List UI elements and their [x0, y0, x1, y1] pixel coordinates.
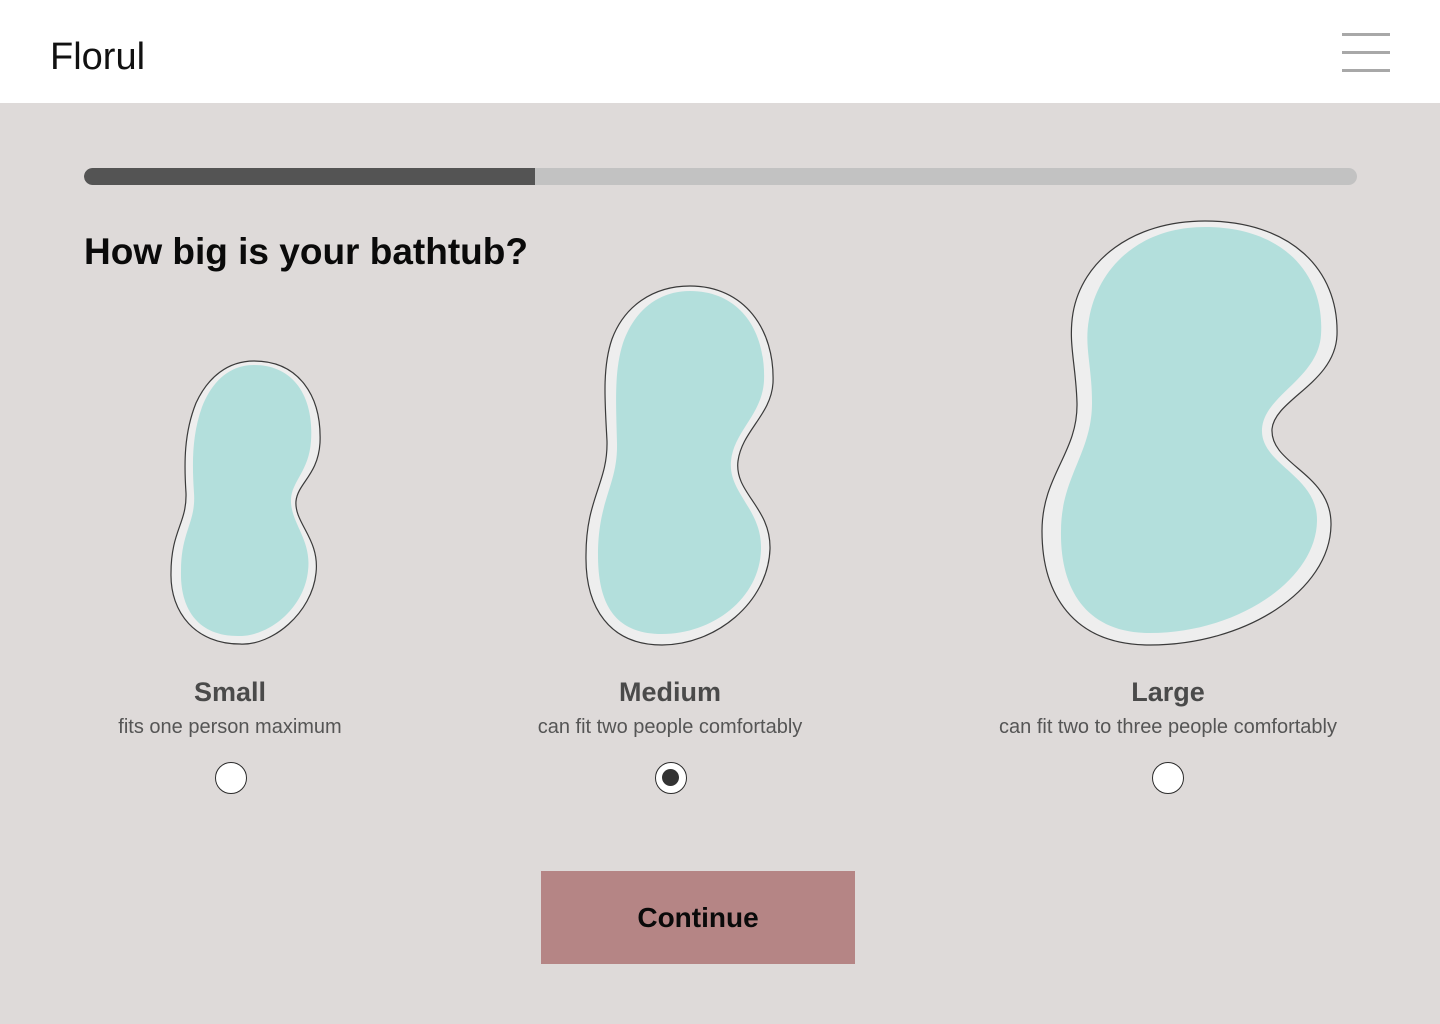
- radio-large[interactable]: [1152, 762, 1184, 794]
- questionnaire-panel: How big is your bathtub? Small fits one …: [0, 103, 1440, 1024]
- option-small-title: Small: [193, 677, 267, 707]
- option-large-description: can fit two to three people comfortably: [999, 716, 1337, 738]
- option-medium-description: can fit two people comfortably: [537, 716, 803, 738]
- option-small-description: fits one person maximum: [118, 716, 342, 738]
- brand-logo[interactable]: Florul: [50, 34, 145, 80]
- radio-medium[interactable]: [655, 762, 687, 794]
- menu-line: [1342, 69, 1390, 72]
- option-medium-title: Medium: [618, 677, 721, 707]
- option-small: Small fits one person maximum: [80, 676, 380, 739]
- radio-small[interactable]: [215, 762, 247, 794]
- large-bathtub-icon[interactable]: [1041, 220, 1338, 646]
- top-bar: Florul: [0, 0, 1440, 103]
- large-tub-water: [1060, 227, 1322, 633]
- menu-line: [1342, 33, 1390, 36]
- continue-button[interactable]: Continue: [541, 871, 855, 964]
- small-bathtub-icon[interactable]: [170, 360, 321, 645]
- medium-bathtub-icon[interactable]: [585, 285, 774, 646]
- option-large-title: Large: [1131, 677, 1205, 707]
- option-large: Large can fit two to three people comfor…: [968, 676, 1368, 739]
- menu-line: [1342, 51, 1390, 54]
- option-medium: Medium can fit two people comfortably: [500, 676, 840, 739]
- radio-selected-dot: [662, 769, 679, 786]
- hamburger-menu-icon[interactable]: [1340, 30, 1392, 76]
